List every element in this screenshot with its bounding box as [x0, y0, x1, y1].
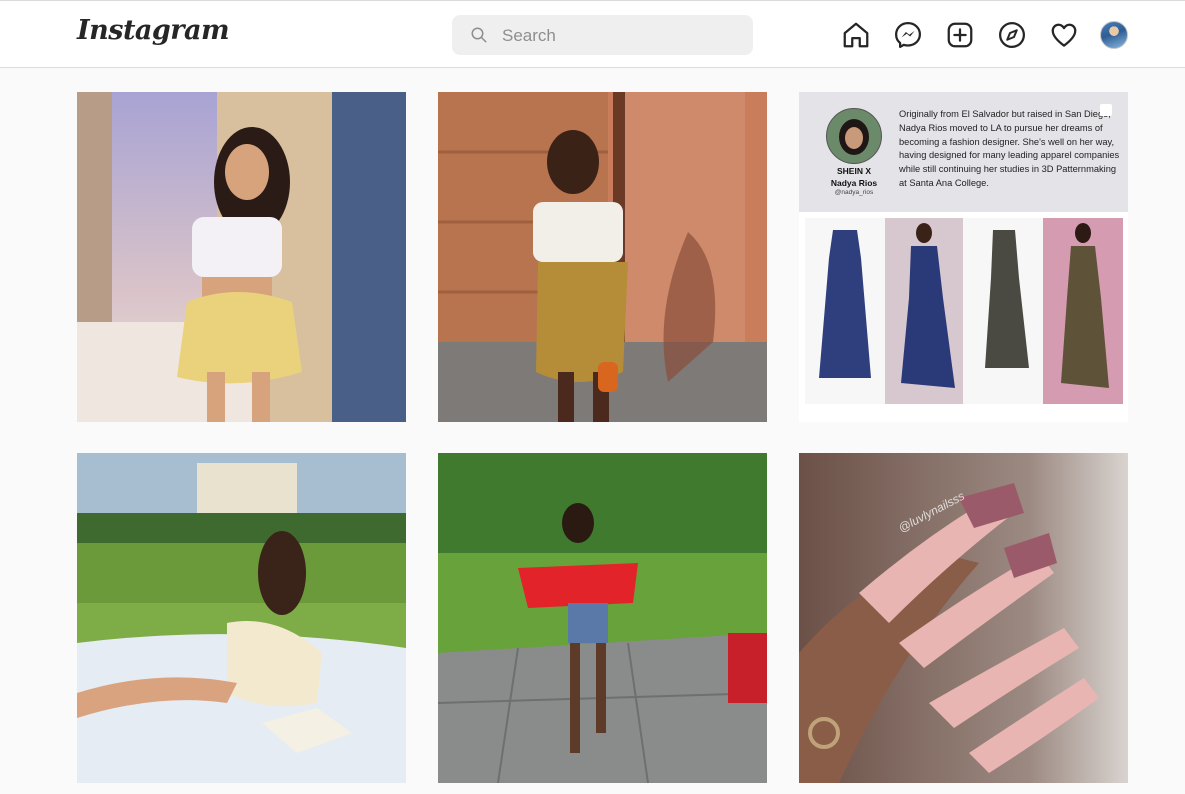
designer-name: Nadya Rios — [830, 178, 878, 188]
designer-handle: @nadya_rios — [834, 189, 874, 196]
search-icon — [471, 27, 487, 43]
brand-mark: SHEIN X — [836, 166, 871, 176]
post-photo-1 — [77, 92, 406, 422]
post-tile-4[interactable] — [77, 453, 406, 783]
post-tile-6[interactable]: @luvlynailsss — [799, 453, 1128, 783]
messenger-icon[interactable] — [893, 20, 923, 50]
post-photo-2 — [438, 92, 767, 422]
instagram-logo[interactable]: Instagram — [77, 15, 230, 46]
top-navigation-bar: Instagram — [0, 0, 1185, 68]
post-photo-5 — [438, 453, 767, 783]
post-tile-5[interactable] — [438, 453, 767, 783]
activity-heart-icon[interactable] — [1049, 20, 1079, 50]
post-tile-3-designer-feature[interactable]: SHEIN X Nadya Rios @nadya_rios Originall… — [799, 92, 1128, 422]
explore-icon[interactable] — [997, 20, 1027, 50]
search-input[interactable] — [500, 15, 744, 57]
search-box[interactable] — [452, 15, 753, 57]
new-post-icon[interactable] — [945, 20, 975, 50]
post-tile-2[interactable] — [438, 92, 767, 422]
post-tile-1[interactable] — [77, 92, 406, 422]
home-icon[interactable] — [841, 20, 871, 50]
carousel-indicator-icon — [1100, 104, 1112, 116]
post-photo-4 — [77, 453, 406, 783]
design-lookbook-image — [805, 218, 1123, 404]
profile-avatar[interactable] — [1100, 21, 1128, 49]
designer-bio: Originally from El Salvador but raised i… — [899, 109, 1120, 188]
designer-avatar — [826, 108, 882, 164]
